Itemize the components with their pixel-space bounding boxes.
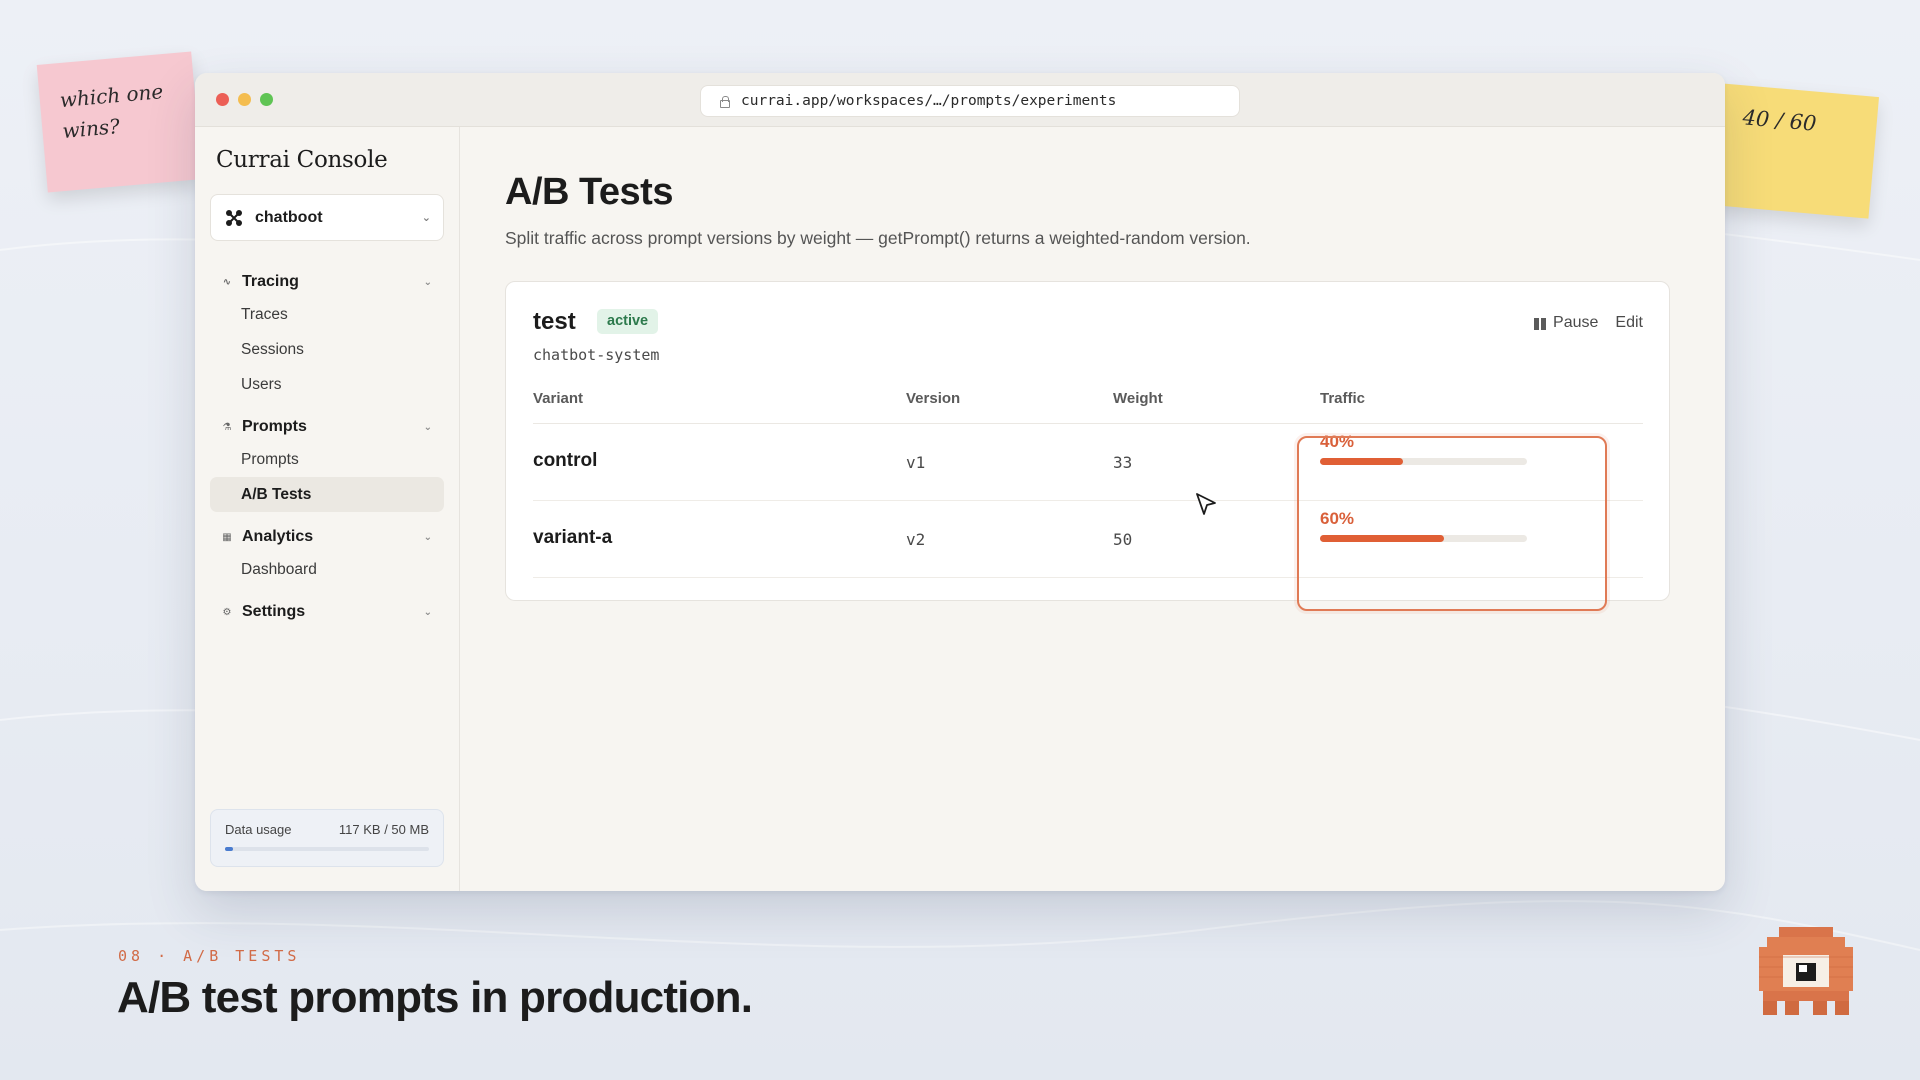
nav-group-label: Tracing	[242, 273, 299, 290]
prompt-name: chatbot-system	[533, 346, 660, 364]
traffic-bar-fill	[1320, 535, 1445, 542]
activity-icon: ∿	[222, 276, 232, 288]
sidebar-item-traces[interactable]: Traces	[210, 297, 444, 332]
usage-progress-fill	[225, 847, 233, 851]
brand-title: Currai Console	[216, 147, 388, 173]
mouse-cursor-icon	[1196, 493, 1216, 515]
pause-label: Pause	[1553, 314, 1599, 331]
sidebar-nav: ∿ Tracing ⌄ Traces Sessions Users ⚗ Prom…	[210, 267, 444, 627]
browser-window: currai.app/workspaces/…/prompts/experime…	[195, 73, 1725, 891]
variant-name: control	[533, 450, 598, 471]
traffic-bar	[1320, 535, 1527, 542]
sidebar-item-dashboard[interactable]: Dashboard	[210, 552, 444, 587]
traffic-cell: 40%	[1320, 432, 1527, 465]
table-header: Variant Version Weight Traffic	[533, 388, 1643, 424]
chevron-down-icon: ⌄	[423, 606, 432, 618]
sticky-note-yellow: 40 / 60	[1710, 83, 1880, 219]
sidebar-item-users[interactable]: Users	[210, 367, 444, 402]
page-subtitle: Split traffic across prompt versions by …	[505, 228, 1251, 248]
variant-version: v2	[906, 530, 926, 549]
status-badge: active	[597, 309, 659, 334]
chevron-down-icon: ⌄	[423, 276, 432, 288]
variant-weight: 33	[1113, 453, 1133, 472]
traffic-percent: 40%	[1320, 432, 1355, 451]
nav-group-label: Prompts	[242, 418, 307, 435]
nav-group-label: Analytics	[242, 528, 314, 545]
table-row[interactable]: control v1 33 40%	[533, 424, 1643, 501]
edit-button[interactable]: Edit	[1615, 314, 1643, 332]
project-name: chatboot	[255, 208, 323, 226]
usage-progress-bar	[225, 847, 429, 851]
pixel-mascot-icon	[1759, 927, 1853, 1015]
nav-group-label: Settings	[242, 603, 306, 620]
nav-group-settings[interactable]: ⚙ Settings ⌄	[210, 597, 444, 627]
nav-group-tracing[interactable]: ∿ Tracing ⌄	[210, 267, 444, 297]
variant-version: v1	[906, 453, 926, 472]
gear-icon: ⚙	[222, 606, 232, 618]
sticky-note-pink: which one wins?	[36, 51, 203, 193]
traffic-cell: 60%	[1320, 509, 1527, 542]
chevron-down-icon: ⌄	[423, 421, 432, 433]
chevron-down-icon: ⌄	[423, 531, 432, 543]
project-selector[interactable]: chatboot ⌄	[210, 194, 444, 241]
nav-group-prompts[interactable]: ⚗ Prompts ⌄	[210, 412, 444, 442]
main-content: A/B Tests Split traffic across prompt ve…	[460, 127, 1725, 891]
project-icon	[226, 209, 242, 226]
column-header-weight: Weight	[1113, 390, 1163, 407]
browser-titlebar: currai.app/workspaces/…/prompts/experime…	[195, 73, 1725, 127]
traffic-bar-fill	[1320, 458, 1403, 465]
sidebar-item-sessions[interactable]: Sessions	[210, 332, 444, 367]
maximize-window-button[interactable]	[260, 93, 273, 106]
page-title: A/B Tests	[505, 171, 673, 213]
column-header-traffic: Traffic	[1320, 390, 1366, 407]
traffic-percent: 60%	[1320, 509, 1355, 528]
nav-group-analytics[interactable]: ▦ Analytics ⌄	[210, 522, 444, 552]
column-header-version: Version	[906, 390, 961, 407]
ab-test-card: test active chatbot-system Pause Edit Va…	[505, 281, 1670, 601]
flask-icon: ⚗	[222, 421, 232, 433]
variant-name: variant-a	[533, 527, 613, 548]
sidebar-item-prompts[interactable]: Prompts	[210, 442, 444, 477]
variant-weight: 50	[1113, 530, 1133, 549]
chevron-down-icon: ⌄	[421, 212, 431, 224]
pause-icon	[1534, 317, 1547, 330]
section-title: A/B test prompts in production.	[117, 973, 753, 1022]
usage-value: 117 KB / 50 MB	[338, 822, 429, 837]
sidebar: Currai Console chatboot ⌄ ∿ Tracing ⌄ Tr…	[195, 127, 460, 891]
sidebar-item-ab-tests[interactable]: A/B Tests	[210, 477, 444, 512]
address-bar[interactable]: currai.app/workspaces/…/prompts/experime…	[700, 85, 1240, 117]
chart-icon: ▦	[222, 531, 232, 543]
pause-button[interactable]: Pause	[1534, 314, 1598, 332]
data-usage-panel: Data usage 117 KB / 50 MB	[210, 809, 444, 867]
traffic-bar	[1320, 458, 1527, 465]
test-name: test	[533, 308, 576, 335]
url-text: currai.app/workspaces/…/prompts/experime…	[741, 93, 1117, 109]
usage-label: Data usage	[225, 822, 292, 837]
table-row[interactable]: variant-a v2 50 60%	[533, 501, 1643, 578]
section-eyebrow: 08 · A/B TESTS	[118, 947, 301, 965]
minimize-window-button[interactable]	[238, 93, 251, 106]
column-header-variant: Variant	[533, 390, 584, 407]
lock-icon	[719, 95, 730, 108]
close-window-button[interactable]	[216, 93, 229, 106]
